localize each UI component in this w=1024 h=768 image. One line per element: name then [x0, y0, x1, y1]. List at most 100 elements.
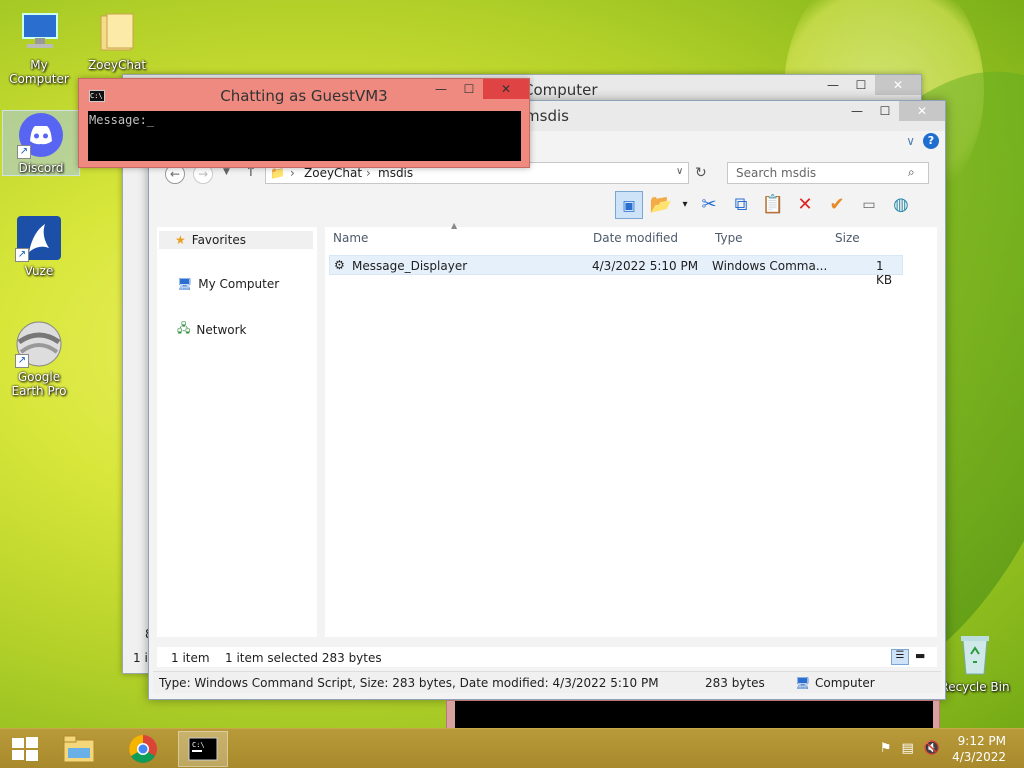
breadcrumb-item[interactable]: ZoeyChat	[304, 166, 362, 180]
file-size: 1 KB	[876, 259, 893, 287]
shortcut-arrow-icon: ↗	[15, 248, 29, 262]
action-center-flag-icon[interactable]: ⚑	[880, 741, 892, 756]
close-button[interactable]: ✕	[483, 79, 529, 99]
column-header-name[interactable]: Name	[333, 231, 368, 245]
breadcrumb-separator-icon: ›	[366, 166, 371, 180]
network-icon: 🖧	[177, 321, 191, 335]
file-date: 4/3/2022 5:10 PM	[592, 259, 699, 273]
tiles-view-icon[interactable]: ▬	[915, 649, 925, 662]
search-input[interactable]: Search msdis ⌕	[727, 162, 929, 184]
message-prompt: Message:	[89, 113, 147, 127]
desktop-icon-my-computer[interactable]: My Computer	[0, 8, 78, 86]
system-tray: ⚑ ▤ 🔇	[880, 741, 940, 756]
help-icon[interactable]: ?	[923, 133, 939, 149]
clock-date: 4/3/2022	[952, 750, 1006, 764]
details-size: 283 bytes	[705, 676, 765, 690]
desktop-icon-discord[interactable]: ↗ Discord	[2, 110, 80, 176]
folder-options-icon[interactable]: 📂	[647, 191, 675, 219]
navigation-pane: ★ Favorites 🖥 My Computer 🖧 Network	[157, 227, 317, 637]
folder-icon	[93, 8, 141, 56]
desktop-icon-vuze[interactable]: ↗ Vuze	[0, 214, 78, 278]
desktop-icon-label: My Computer	[9, 58, 69, 86]
shortcut-arrow-icon: ↗	[17, 145, 31, 159]
minimize-button[interactable]: —	[427, 79, 455, 99]
maximize-button[interactable]: ☐	[455, 79, 483, 99]
svg-text:C:\: C:\	[192, 741, 205, 749]
search-icon: ⌕	[908, 165, 915, 179]
preview-pane-icon[interactable]: ▣	[615, 191, 643, 219]
star-icon: ★	[175, 233, 186, 247]
item-count: 1 item	[171, 651, 210, 665]
properties-check-icon[interactable]: ✔	[823, 191, 851, 219]
desktop-icon-label: ZoeyChat	[87, 58, 147, 72]
file-explorer-icon	[63, 735, 95, 763]
minimize-button[interactable]: —	[819, 75, 847, 95]
paste-icon[interactable]: 📋	[759, 191, 787, 219]
desktop-icon-label: Recycle Bin	[940, 680, 1010, 694]
column-header-type[interactable]: Type	[715, 231, 743, 245]
nav-label: Network	[196, 322, 247, 337]
table-row[interactable]: ⚙ Message_Displayer 4/3/2022 5:10 PM Win…	[329, 255, 903, 287]
desktop-icon-zoeychat[interactable]: ZoeyChat	[78, 8, 156, 72]
sort-arrow-icon: ▲	[451, 221, 458, 230]
chevron-down-icon[interactable]: ∨	[906, 134, 915, 148]
desktop-icon-google-earth-pro[interactable]: ↗ Google Earth Pro	[0, 320, 78, 398]
maximize-button[interactable]: ☐	[847, 75, 875, 95]
window-title: Computer	[523, 81, 598, 99]
breadcrumb-item[interactable]: msdis	[378, 166, 413, 180]
console-area	[455, 701, 933, 731]
address-dropdown-icon[interactable]: ∨	[676, 166, 683, 177]
folder-small-icon: 📁	[270, 166, 285, 180]
network-status-icon[interactable]: ▤	[902, 741, 914, 756]
chat-console-window[interactable]: C:\ Chatting as GuestVM3 — ☐ ✕ Message:_	[78, 78, 530, 168]
file-list: Name ▲ Date modified Type Size ⚙ Message…	[325, 221, 937, 637]
network-globe-icon[interactable]: ◍	[887, 191, 915, 219]
delete-icon[interactable]: ✕	[791, 191, 819, 219]
taskbar-file-explorer[interactable]	[54, 731, 104, 767]
copy-icon[interactable]: ⧉	[727, 191, 755, 219]
windows-logo-icon	[12, 737, 38, 761]
window-controls: — ☐ ✕	[819, 75, 921, 95]
column-header-size[interactable]: Size	[835, 231, 860, 245]
taskbar: C:\ ⚑ ▤ 🔇 9:12 PM 4/3/2022	[0, 728, 1024, 768]
chrome-icon	[129, 735, 157, 763]
start-button[interactable]	[0, 731, 50, 767]
close-button[interactable]: ✕	[899, 101, 945, 121]
selection-info: 1 item selected 283 bytes	[225, 651, 382, 665]
computer-icon	[15, 8, 63, 56]
command-prompt-icon: C:\	[188, 737, 218, 761]
column-header-date[interactable]: Date modified	[593, 231, 678, 245]
maximize-button[interactable]: ☐	[871, 101, 899, 121]
computer-icon: 🖥	[795, 676, 811, 690]
file-name: Message_Displayer	[352, 259, 468, 273]
taskbar-command-prompt[interactable]: C:\	[178, 731, 228, 767]
explorer-window[interactable]: msdis — ☐ ✕ ∨ ? ← → ▼ ↑ 📁 › ZoeyChat › m…	[148, 100, 946, 700]
details-location: Computer	[815, 676, 875, 690]
clock[interactable]: 9:12 PM 4/3/2022	[952, 733, 1006, 765]
details-view-icon[interactable]: ☰	[891, 649, 909, 665]
file-type: Windows Comma...	[712, 259, 828, 273]
vuze-frog-icon: ↗	[15, 214, 63, 262]
toolbar: ▣ 📂 ▾ ✂ ⧉ 📋 ✕ ✔ ▭ ◍	[615, 191, 915, 223]
taskbar-chrome[interactable]	[118, 731, 168, 767]
clock-time: 9:12 PM	[957, 734, 1006, 748]
refresh-icon[interactable]: ↻	[695, 165, 707, 181]
nav-label: My Computer	[198, 277, 280, 291]
minimize-button[interactable]: —	[843, 101, 871, 121]
desktop-icon-recycle-bin[interactable]: Recycle Bin	[936, 630, 1014, 694]
cut-icon[interactable]: ✂	[695, 191, 723, 219]
nav-item-network[interactable]: 🖧 Network	[177, 319, 247, 340]
details-text: Type: Windows Command Script, Size: 283 …	[159, 676, 659, 690]
desktop-icon-label: Vuze	[24, 264, 54, 278]
console-output[interactable]: Message:_	[88, 111, 521, 161]
computer-icon: 🖥	[177, 277, 193, 291]
chevron-down-icon[interactable]: ▾	[679, 191, 691, 219]
volume-muted-icon[interactable]: 🔇	[924, 741, 940, 756]
close-button[interactable]: ✕	[875, 75, 921, 95]
nav-item-favorites[interactable]: ★ Favorites	[159, 231, 313, 249]
rename-icon[interactable]: ▭	[855, 191, 883, 219]
discord-icon: ↗	[17, 111, 65, 159]
desktop-icon-label: Google Earth Pro	[11, 370, 67, 398]
nav-item-my-computer[interactable]: 🖥 My Computer	[177, 277, 279, 291]
recent-pages-chevron-icon[interactable]: ▼	[223, 167, 230, 177]
